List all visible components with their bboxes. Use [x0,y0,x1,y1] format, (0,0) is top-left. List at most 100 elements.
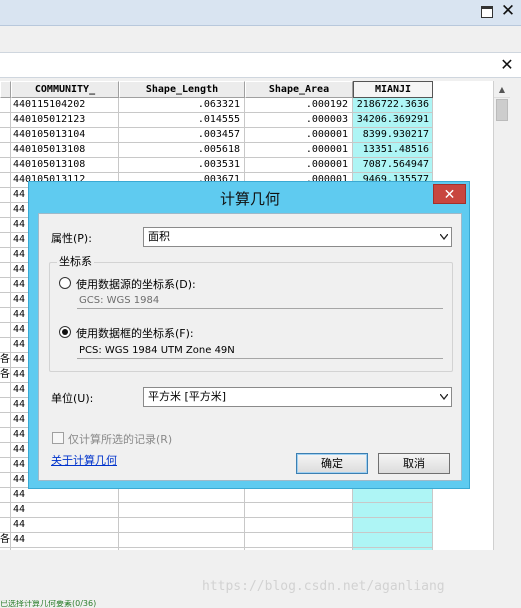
community-cell[interactable]: 440105013108 [11,158,119,173]
shape-area-cell[interactable] [245,503,353,518]
table-row[interactable]: 440105012123.014555.000003 34206.369291 [0,113,493,128]
mianji-cell[interactable]: 2186722.3636 [353,98,433,113]
unit-select-value: 平方米 [平方米] [148,390,227,403]
chevron-down-icon [440,234,448,240]
column-header-mianji[interactable]: MIANJI [353,81,433,98]
table-row[interactable]: 各 44 [0,533,493,548]
row-selector-header[interactable] [0,81,11,98]
table-row[interactable]: 440105013108.003531.000001 7087.564947 [0,158,493,173]
shape-length-cell[interactable]: .063321 [119,98,245,113]
shape-area-cell[interactable] [245,488,353,503]
shape-area-cell[interactable]: .000001 [245,128,353,143]
row-prefix-cell[interactable] [0,488,11,503]
radio-source-coordinate-system[interactable] [59,277,71,289]
community-cell[interactable]: 44 [11,518,119,533]
row-prefix-cell[interactable]: 各 [0,353,11,368]
row-prefix-cell[interactable] [0,473,11,488]
scroll-thumb[interactable] [496,99,508,121]
row-prefix-cell[interactable] [0,173,11,188]
mianji-cell[interactable]: 34206.369291 [353,113,433,128]
row-prefix-cell[interactable] [0,143,11,158]
row-prefix-cell[interactable] [0,428,11,443]
window-titlebar: ✕ [0,0,521,26]
row-prefix-cell[interactable] [0,248,11,263]
mianji-cell[interactable] [353,533,433,548]
column-header-community[interactable]: COMMUNITY_ [11,81,119,98]
row-prefix-cell[interactable] [0,293,11,308]
shape-length-cell[interactable]: .005618 [119,143,245,158]
table-window-titlebar: ✕ [0,52,521,78]
shape-length-cell[interactable]: .003457 [119,128,245,143]
community-cell[interactable]: 440105012123 [11,113,119,128]
maximize-icon[interactable] [481,6,493,18]
community-cell[interactable]: 440105013108 [11,143,119,158]
community-cell[interactable]: 44 [11,488,119,503]
row-prefix-cell[interactable] [0,503,11,518]
chevron-down-icon [440,394,448,400]
table-row[interactable]: 440105013108.005618.000001 13351.48516 [0,143,493,158]
shape-length-cell[interactable] [119,518,245,533]
row-prefix-cell[interactable] [0,188,11,203]
row-prefix-cell[interactable] [0,458,11,473]
shape-length-cell[interactable]: .014555 [119,113,245,128]
row-prefix-cell[interactable] [0,218,11,233]
row-prefix-cell[interactable] [0,398,11,413]
mianji-cell[interactable] [353,518,433,533]
table-row[interactable]: 440115104202.063321.000192 2186722.3636 [0,98,493,113]
table-row[interactable]: 440105013104.003457.000001 8399.930217 [0,128,493,143]
row-prefix-cell[interactable] [0,263,11,278]
shape-area-cell[interactable] [245,533,353,548]
selected-records-only-checkbox[interactable] [52,432,64,444]
row-prefix-cell[interactable] [0,98,11,113]
vertical-scrollbar[interactable]: ▲ [493,81,510,550]
row-prefix-cell[interactable] [0,518,11,533]
shape-area-cell[interactable] [245,518,353,533]
shape-area-cell[interactable]: .000003 [245,113,353,128]
shape-length-cell[interactable] [119,533,245,548]
row-prefix-cell[interactable] [0,308,11,323]
column-header-shape-area[interactable]: Shape_Area [245,81,353,98]
shape-length-cell[interactable]: .003531 [119,158,245,173]
mianji-cell[interactable]: 7087.564947 [353,158,433,173]
unit-select[interactable]: 平方米 [平方米] [143,387,452,407]
table-row[interactable]: 44 [0,503,493,518]
mianji-cell[interactable] [353,488,433,503]
row-prefix-cell[interactable] [0,383,11,398]
property-select[interactable]: 面积 [143,227,452,247]
row-prefix-cell[interactable] [0,233,11,248]
row-prefix-cell[interactable] [0,158,11,173]
shape-length-cell[interactable] [119,488,245,503]
row-prefix-cell[interactable] [0,338,11,353]
window-close-icon[interactable]: ✕ [499,2,517,20]
mianji-cell[interactable] [353,503,433,518]
dialog-close-button[interactable]: ✕ [433,184,466,204]
row-prefix-cell[interactable] [0,323,11,338]
table-row[interactable]: 44 [0,488,493,503]
shape-area-cell[interactable]: .000001 [245,158,353,173]
shape-length-cell[interactable] [119,503,245,518]
cancel-button[interactable]: 取消 [378,453,450,474]
column-header-shape-length[interactable]: Shape_Length [119,81,245,98]
scroll-up-icon[interactable]: ▲ [494,81,510,98]
row-prefix-cell[interactable]: 各 [0,533,11,548]
shape-area-cell[interactable]: .000192 [245,98,353,113]
table-close-icon[interactable]: ✕ [499,57,515,73]
row-prefix-cell[interactable]: 各 [0,368,11,383]
table-row[interactable]: 44 [0,518,493,533]
community-cell[interactable]: 44 [11,503,119,518]
row-prefix-cell[interactable] [0,113,11,128]
community-cell[interactable]: 440105013104 [11,128,119,143]
shape-area-cell[interactable]: .000001 [245,143,353,158]
mianji-cell[interactable]: 13351.48516 [353,143,433,158]
row-prefix-cell[interactable] [0,203,11,218]
radio-frame-coordinate-system[interactable] [59,326,71,338]
ok-button[interactable]: 确定 [296,453,368,474]
about-calculate-geometry-link[interactable]: 关于计算几何 [51,452,117,468]
row-prefix-cell[interactable] [0,443,11,458]
row-prefix-cell[interactable] [0,278,11,293]
community-cell[interactable]: 44 [11,533,119,548]
row-prefix-cell[interactable] [0,413,11,428]
community-cell[interactable]: 440115104202 [11,98,119,113]
mianji-cell[interactable]: 8399.930217 [353,128,433,143]
row-prefix-cell[interactable] [0,128,11,143]
